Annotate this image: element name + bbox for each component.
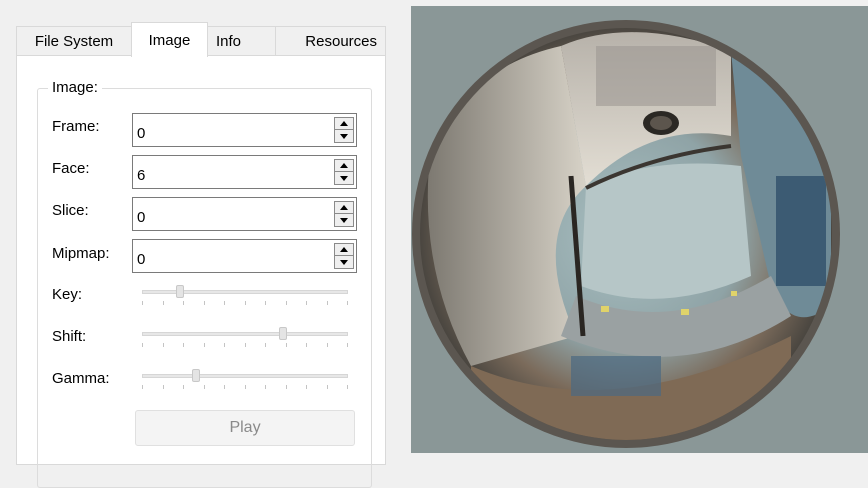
slider-tick (245, 343, 246, 347)
tab-label: Info (216, 33, 242, 50)
slice-input[interactable] (133, 198, 328, 230)
slice-spin-buttons[interactable] (334, 201, 354, 227)
slider-tick (347, 301, 348, 305)
slider-tick (163, 385, 164, 389)
tab-label: Image (148, 31, 191, 49)
image-preview[interactable] (411, 6, 868, 453)
mipmap-spin-down-button[interactable] (335, 256, 353, 268)
slider-ticks (142, 301, 348, 305)
slider-tick (183, 343, 184, 347)
tab-label: File System (34, 33, 114, 50)
shift-label: Shift: (52, 328, 87, 345)
face-spin-up-button[interactable] (335, 160, 353, 172)
spin-down-arrow-icon (340, 259, 348, 265)
face-spinbox[interactable] (132, 155, 357, 189)
tab-strip: File System Image Info Resources (16, 22, 386, 57)
slider-tick (245, 301, 246, 305)
slider-tick (245, 385, 246, 389)
tab-image[interactable]: Image (131, 22, 208, 57)
slider-tick (163, 343, 164, 347)
slider-thumb[interactable] (192, 369, 200, 382)
slider-tick (306, 343, 307, 347)
slider-tick (142, 301, 143, 305)
slider-tick (347, 343, 348, 347)
slider-tick (204, 301, 205, 305)
slider-tick (327, 301, 328, 305)
slider-tick (224, 301, 225, 305)
mipmap-spin-buttons[interactable] (334, 243, 354, 269)
tab-file-system[interactable]: File System (16, 26, 132, 56)
spin-down-arrow-icon (340, 133, 348, 139)
slider-tick (347, 385, 348, 389)
play-button[interactable]: Play (135, 410, 355, 446)
tab-info[interactable]: Info (207, 26, 276, 56)
slider-tick (327, 343, 328, 347)
key-label: Key: (52, 286, 83, 303)
slider-tick (286, 343, 287, 347)
slider-tick (286, 301, 287, 305)
frame-spin-up-button[interactable] (335, 118, 353, 130)
face-input[interactable] (133, 156, 328, 188)
mipmap-input[interactable] (133, 240, 328, 272)
mipmap-label: Mipmap: (52, 245, 110, 262)
slider-track (142, 332, 348, 336)
slider-tick (265, 343, 266, 347)
slider-tick (224, 343, 225, 347)
mipmap-spin-up-button[interactable] (335, 244, 353, 256)
mipmap-spinbox[interactable] (132, 239, 357, 273)
slider-tick (327, 385, 328, 389)
slider-tick (306, 385, 307, 389)
slice-spinbox[interactable] (132, 197, 357, 231)
spin-down-arrow-icon (340, 217, 348, 223)
slider-thumb[interactable] (279, 327, 287, 340)
gamma-label: Gamma: (52, 370, 110, 387)
shift-slider[interactable] (142, 326, 348, 347)
slider-tick (183, 301, 184, 305)
slider-tick (163, 301, 164, 305)
slider-tick (286, 385, 287, 389)
slider-tick (265, 301, 266, 305)
face-label: Face: (52, 160, 90, 177)
group-title: Image: (48, 79, 102, 96)
key-slider[interactable] (142, 284, 348, 305)
slider-thumb[interactable] (176, 285, 184, 298)
frame-spin-down-button[interactable] (335, 130, 353, 142)
slider-tick (265, 385, 266, 389)
preview-bottom-strip (411, 453, 868, 463)
slider-tick (204, 343, 205, 347)
slider-tick (183, 385, 184, 389)
slice-spin-down-button[interactable] (335, 214, 353, 226)
spin-down-arrow-icon (340, 175, 348, 181)
spin-up-arrow-icon (340, 205, 348, 210)
slider-tick (142, 385, 143, 389)
frame-spinbox[interactable] (132, 113, 357, 147)
slider-tick (204, 385, 205, 389)
spin-up-arrow-icon (340, 247, 348, 252)
slice-spin-up-button[interactable] (335, 202, 353, 214)
panel-divider (398, 0, 411, 463)
slider-track (142, 290, 348, 294)
gamma-slider[interactable] (142, 368, 348, 389)
slice-label: Slice: (52, 202, 89, 219)
frame-input[interactable] (133, 114, 328, 146)
tab-label: Resources (305, 33, 377, 50)
spin-up-arrow-icon (340, 163, 348, 168)
tab-resources[interactable]: Resources (275, 26, 386, 56)
frame-label: Frame: (52, 118, 100, 135)
slider-tick (306, 301, 307, 305)
cubemap-sphere-image (412, 20, 840, 448)
face-spin-buttons[interactable] (334, 159, 354, 185)
slider-tick (142, 343, 143, 347)
frame-spin-buttons[interactable] (334, 117, 354, 143)
face-spin-down-button[interactable] (335, 172, 353, 184)
slider-track (142, 374, 348, 378)
slider-ticks (142, 385, 348, 389)
slider-tick (224, 385, 225, 389)
spin-up-arrow-icon (340, 121, 348, 126)
slider-ticks (142, 343, 348, 347)
